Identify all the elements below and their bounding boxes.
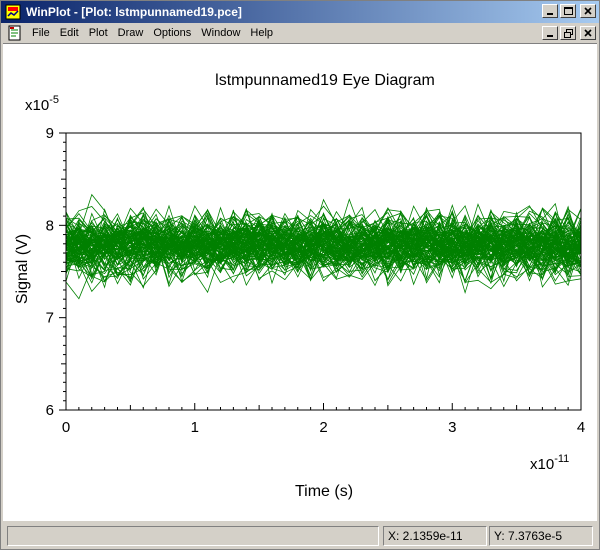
signal-traces — [65, 193, 582, 300]
menu-bar: File Edit Plot Draw Options Window Help — [1, 23, 599, 43]
y-axis-label: Signal (V) — [14, 234, 31, 304]
maximize-button[interactable] — [560, 4, 576, 18]
menu-help[interactable]: Help — [245, 27, 278, 39]
child-close-button[interactable] — [580, 26, 596, 40]
x-tick-label: 1 — [191, 419, 199, 436]
menu-window[interactable]: Window — [196, 27, 245, 39]
x-tick-label: 2 — [319, 419, 327, 436]
y-tick-label: 7 — [46, 310, 54, 327]
y-coordinate-readout: Y: 7.3763e-5 — [489, 526, 593, 546]
y-exponent-label: x10-5 — [25, 94, 59, 114]
child-restore-button[interactable] — [560, 26, 576, 40]
x-tick-label: 4 — [577, 419, 585, 436]
x-exponent-label: x10-11 — [530, 453, 569, 473]
menu-options[interactable]: Options — [148, 27, 196, 39]
menu-plot[interactable]: Plot — [84, 27, 113, 39]
menu-file[interactable]: File — [27, 27, 55, 39]
status-message — [7, 526, 379, 546]
menu-draw-label: Draw — [117, 27, 144, 39]
close-button[interactable] — [580, 4, 596, 18]
window-title: WinPlot - [Plot: lstmpunnamed19.pce] — [26, 5, 242, 19]
y-exponent-power: -5 — [49, 94, 59, 106]
child-minimize-button[interactable] — [542, 26, 558, 40]
x-tick-label: 3 — [448, 419, 456, 436]
eye-diagram-chart[interactable]: lstmpunnamed19 Eye Diagram x10-5 x10-11 … — [3, 44, 597, 522]
x-axis-label: Time (s) — [295, 483, 353, 500]
x-coordinate-readout: X: 2.1359e-11 — [383, 526, 487, 546]
menu-edit-label: Edit — [59, 27, 79, 39]
plot-canvas[interactable]: lstmpunnamed19 Eye Diagram x10-5 x10-11 … — [3, 43, 597, 521]
menu-window-label: Window — [201, 27, 241, 39]
x-tick-label: 0 — [62, 419, 70, 436]
document-icon[interactable] — [7, 25, 23, 41]
y-tick-label: 6 — [46, 402, 54, 419]
menu-file-label: File — [32, 27, 50, 39]
menu-help-label: Help — [250, 27, 274, 39]
y-exponent-base: x10 — [25, 97, 49, 114]
menu-plot-label: Plot — [88, 27, 108, 39]
y-tick-label: 9 — [46, 125, 54, 142]
x-exponent-base: x10 — [530, 456, 554, 473]
x-exponent-power: -11 — [554, 453, 569, 465]
title-bar[interactable]: WinPlot - [Plot: lstmpunnamed19.pce] — [1, 1, 599, 23]
menu-draw[interactable]: Draw — [113, 27, 149, 39]
winplot-app-icon[interactable] — [5, 4, 21, 20]
menu-edit[interactable]: Edit — [55, 27, 84, 39]
chart-title: lstmpunnamed19 Eye Diagram — [215, 72, 435, 89]
minimize-button[interactable] — [542, 4, 558, 18]
status-bar: X: 2.1359e-11 Y: 7.3763e-5 — [1, 523, 599, 549]
menu-options-label: Options — [153, 27, 192, 39]
y-tick-label: 8 — [46, 217, 54, 234]
app-window: WinPlot - [Plot: lstmpunnamed19.pce] Fil… — [0, 0, 600, 550]
